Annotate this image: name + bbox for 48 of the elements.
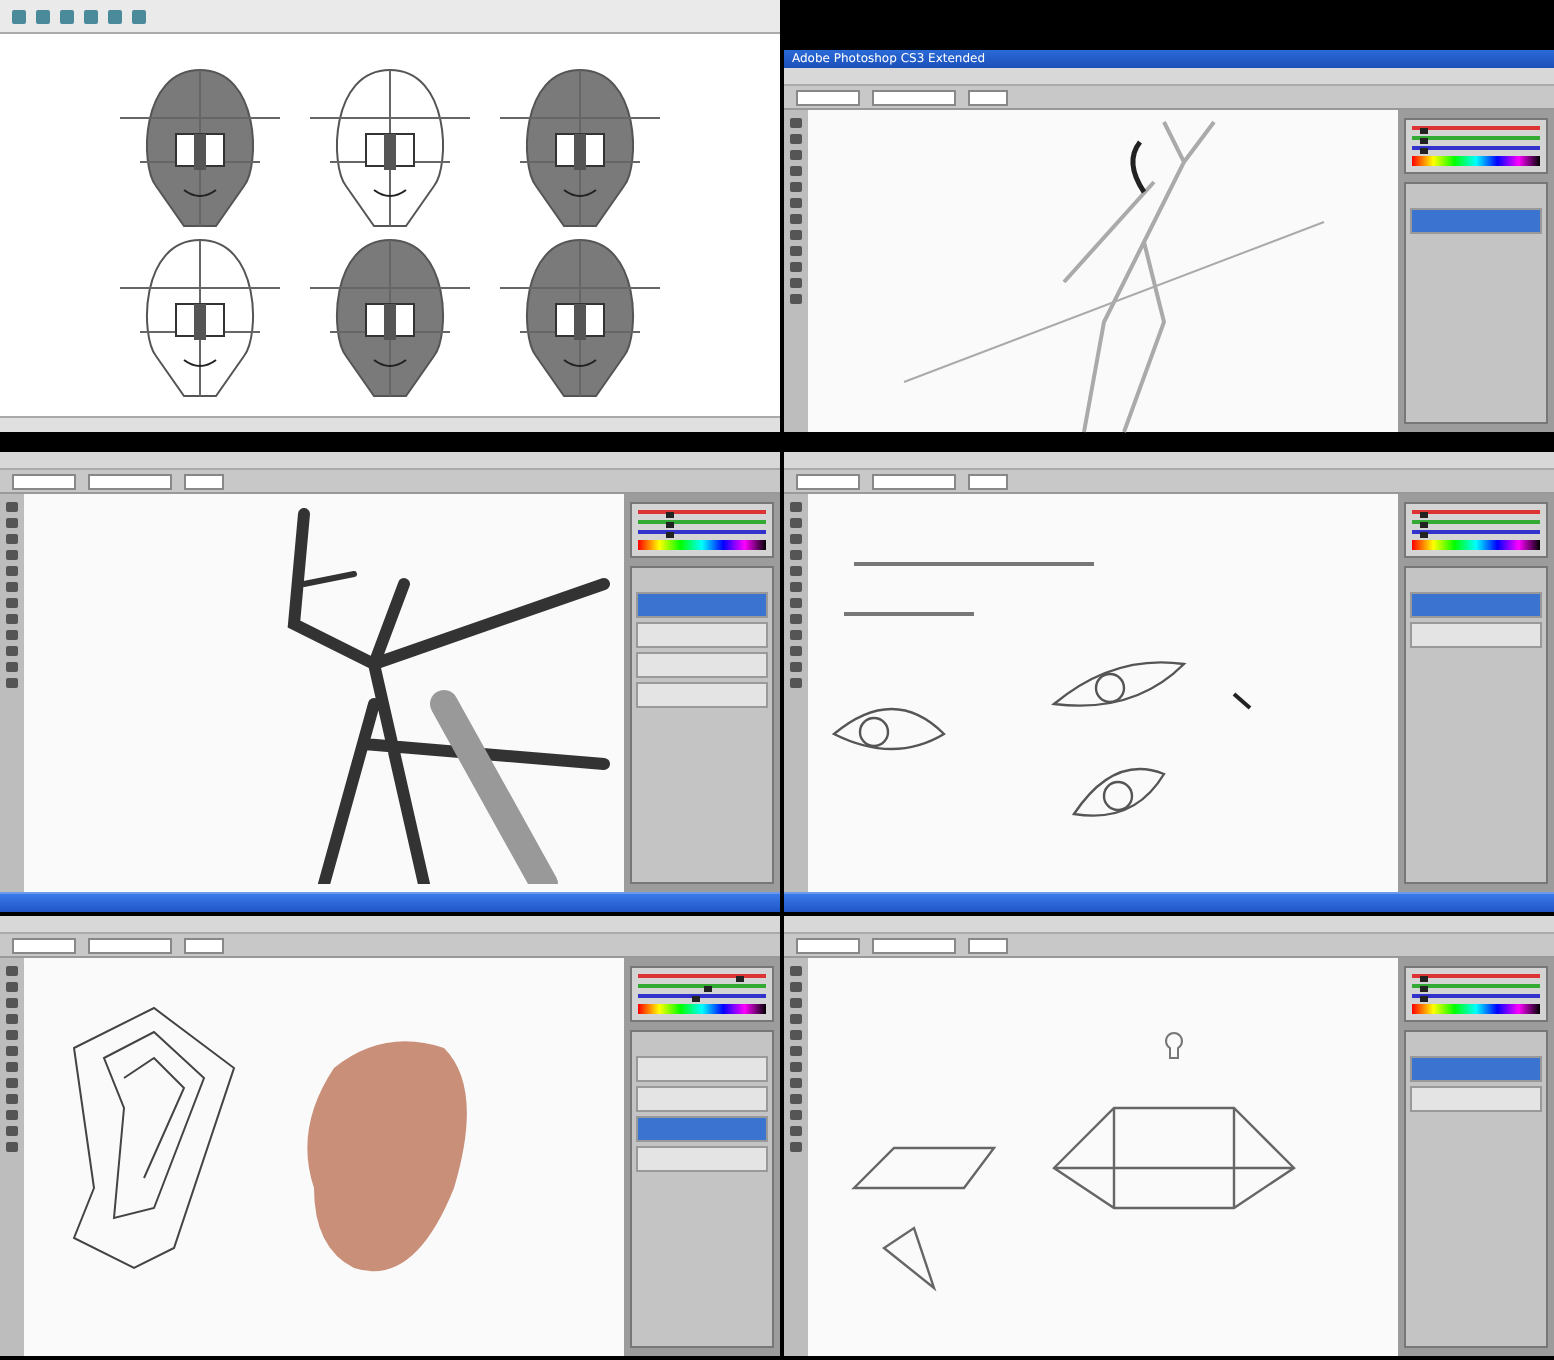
opacity-field[interactable]: [968, 89, 1008, 105]
layer-row[interactable]: [1410, 1086, 1542, 1112]
slider-thumb[interactable]: [1420, 512, 1429, 518]
brush-field[interactable]: [796, 89, 860, 105]
layer-row[interactable]: [1410, 622, 1542, 648]
mode-field[interactable]: [88, 473, 172, 489]
opacity-field[interactable]: [184, 937, 224, 953]
slider-thumb[interactable]: [1420, 986, 1429, 992]
slider-thumb[interactable]: [1420, 138, 1429, 144]
opacity-field[interactable]: [184, 473, 224, 489]
slider-thumb[interactable]: [704, 986, 713, 992]
layer-row[interactable]: [636, 1056, 768, 1082]
layer-row[interactable]: [1410, 208, 1542, 234]
color-spectrum[interactable]: [1412, 156, 1540, 166]
layer-row[interactable]: [636, 622, 768, 648]
mode-field[interactable]: [88, 937, 172, 953]
brush-field[interactable]: [12, 473, 76, 489]
color-spectrum[interactable]: [1412, 540, 1540, 550]
layer-row[interactable]: [636, 1116, 768, 1142]
slider-thumb[interactable]: [666, 522, 674, 528]
mode-field[interactable]: [872, 937, 956, 953]
opacity-field[interactable]: [968, 937, 1008, 953]
mode-field[interactable]: [872, 89, 956, 105]
layer-row[interactable]: [1410, 1056, 1542, 1082]
slider-thumb[interactable]: [1420, 532, 1429, 538]
slider-thumb[interactable]: [666, 532, 674, 538]
layer-row[interactable]: [636, 1086, 768, 1112]
layer-row[interactable]: [636, 592, 768, 618]
layer-row[interactable]: [636, 652, 768, 678]
brush-field[interactable]: [12, 937, 76, 953]
mode-field[interactable]: [872, 473, 956, 489]
slider-thumb[interactable]: [1420, 996, 1429, 1002]
slider-thumb[interactable]: [1420, 976, 1429, 982]
slider-thumb[interactable]: [736, 976, 745, 982]
brush-field[interactable]: [796, 473, 860, 489]
slider-thumb[interactable]: [1420, 128, 1429, 134]
layer-row[interactable]: [1410, 592, 1542, 618]
layer-row[interactable]: [636, 682, 768, 708]
color-spectrum[interactable]: [638, 1004, 766, 1014]
layer-row[interactable]: [636, 1146, 768, 1172]
slider-thumb[interactable]: [666, 512, 674, 518]
opacity-field[interactable]: [968, 473, 1008, 489]
color-spectrum[interactable]: [638, 540, 766, 550]
brush-field[interactable]: [796, 937, 860, 953]
color-spectrum[interactable]: [1412, 1004, 1540, 1014]
slider-thumb[interactable]: [1420, 148, 1429, 154]
slider-thumb[interactable]: [1420, 522, 1429, 528]
slider-thumb[interactable]: [691, 996, 700, 1002]
